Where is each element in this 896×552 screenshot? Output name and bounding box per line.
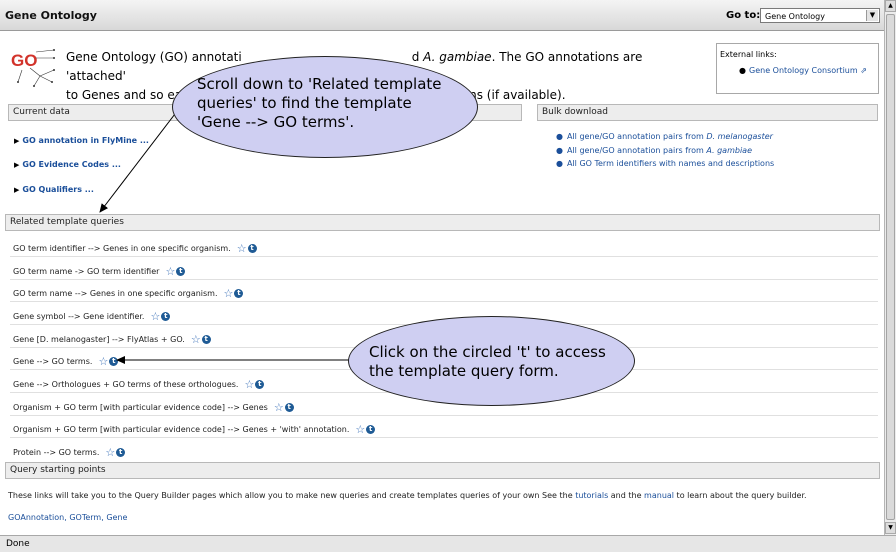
click-hint-line: Click on the circled 't' to access [369, 343, 606, 361]
scroll-hint-line: 'Gene --> GO terms'. [197, 113, 355, 131]
click-hint-callout: Click on the circled 't' to access the t… [348, 316, 635, 406]
click-hint-line: the template query form. [369, 362, 559, 380]
scroll-hint-line: queries' to find the template [197, 94, 412, 112]
scroll-hint-line: Scroll down to 'Related template [197, 75, 442, 93]
scroll-hint-callout: Scroll down to 'Related template queries… [172, 56, 478, 158]
scroll-hint-arrow [99, 109, 179, 213]
